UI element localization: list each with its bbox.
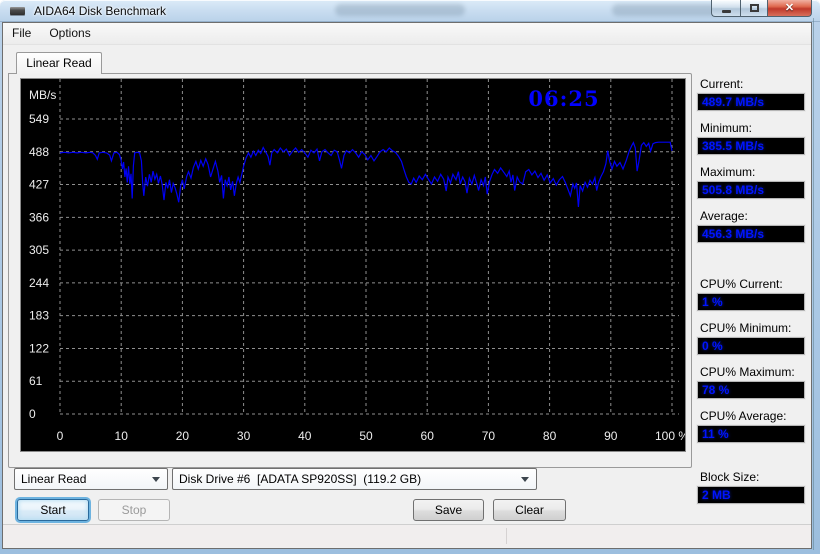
y-tick-label: 183 xyxy=(29,309,49,323)
glass-reflection xyxy=(335,4,465,16)
x-tick-label: 30 xyxy=(237,429,251,443)
clear-button[interactable]: Clear xyxy=(493,499,566,521)
maximize-icon xyxy=(749,4,759,12)
test-type-value: Linear Read xyxy=(21,472,87,486)
stat-value-cpu-average: 11 % xyxy=(697,425,805,443)
y-axis-unit-label: MB/s xyxy=(29,88,56,102)
stat-label-block-size: Block Size: xyxy=(700,470,760,484)
menubar: File Options xyxy=(3,23,811,45)
x-tick-label: 70 xyxy=(482,429,496,443)
drive-select[interactable]: Disk Drive #6 [ADATA SP920SS] (119.2 GB) xyxy=(172,468,537,490)
tab-linear-read[interactable]: Linear Read xyxy=(16,52,102,74)
x-tick-label: 0 xyxy=(57,429,64,443)
stat-value-average: 456.3 MB/s xyxy=(697,225,805,243)
stop-button[interactable]: Stop xyxy=(98,499,170,521)
minimize-icon xyxy=(721,9,731,13)
x-tick-label: 10 xyxy=(115,429,129,443)
stat-label-cpu-maximum: CPU% Maximum: xyxy=(700,365,795,379)
stat-value-cpu-maximum: 78 % xyxy=(697,381,805,399)
stat-label-cpu-current: CPU% Current: xyxy=(700,277,783,291)
menu-options[interactable]: Options xyxy=(40,23,99,44)
stat-label-average: Average: xyxy=(700,209,748,223)
start-button[interactable]: Start xyxy=(17,499,89,521)
test-type-select[interactable]: Linear Read xyxy=(14,468,168,490)
statusbar-separator xyxy=(506,528,507,544)
statusbar xyxy=(3,524,811,547)
close-button[interactable]: ✕ xyxy=(767,0,812,17)
minimize-button[interactable] xyxy=(711,0,740,17)
y-tick-label: 549 xyxy=(29,112,49,126)
stat-value-cpu-current: 1 % xyxy=(697,293,805,311)
x-tick-label: 60 xyxy=(421,429,435,443)
chevron-down-icon xyxy=(152,476,160,482)
y-tick-label: 122 xyxy=(29,341,49,355)
window-frame: File Options Linear Read 0 10 20 30 40 50 60 70… xyxy=(2,22,812,549)
x-tick-label: 80 xyxy=(543,429,557,443)
stat-value-minimum: 385.5 MB/s xyxy=(697,137,805,155)
y-tick-label: 366 xyxy=(29,210,49,224)
stat-value-block-size: 2 MB xyxy=(697,486,805,504)
y-tick-label: 244 xyxy=(29,276,49,290)
app-icon xyxy=(10,6,26,16)
window-title: AIDA64 Disk Benchmark xyxy=(34,4,167,18)
maximize-button[interactable] xyxy=(740,0,767,17)
y-tick-label: 427 xyxy=(29,178,49,192)
elapsed-time: 06:25 xyxy=(528,86,599,111)
x-tick-label: 20 xyxy=(176,429,190,443)
x-tick-label: 90 xyxy=(604,429,618,443)
caption-buttons: ✕ xyxy=(711,0,812,17)
stat-value-current: 489.7 MB/s xyxy=(697,93,805,111)
stat-label-cpu-average: CPU% Average: xyxy=(700,409,787,423)
x-tick-label: 100 % xyxy=(655,429,685,443)
stat-label-current: Current: xyxy=(700,77,744,91)
desktop-background: AIDA64 Disk Benchmark ✕ File Options Lin… xyxy=(0,0,820,554)
y-tick-label: 305 xyxy=(29,243,49,257)
y-tick-label: 0 xyxy=(29,407,36,421)
menu-file[interactable]: File xyxy=(3,23,40,44)
close-icon: ✕ xyxy=(784,1,795,14)
y-tick-label: 488 xyxy=(29,145,49,159)
stat-value-maximum: 505.8 MB/s xyxy=(697,181,805,199)
titlebar[interactable]: AIDA64 Disk Benchmark ✕ xyxy=(0,0,820,22)
x-tick-label: 50 xyxy=(359,429,373,443)
stat-label-maximum: Maximum: xyxy=(700,165,756,179)
stat-label-minimum: Minimum: xyxy=(700,121,753,135)
stat-value-cpu-minimum: 0 % xyxy=(697,337,805,355)
drive-select-value: Disk Drive #6 [ADATA SP920SS] (119.2 GB) xyxy=(179,472,422,486)
x-tick-label: 40 xyxy=(298,429,312,443)
chevron-down-icon xyxy=(521,476,529,482)
y-tick-label: 61 xyxy=(29,374,43,388)
save-button[interactable]: Save xyxy=(413,499,484,521)
benchmark-chart: 0 10 20 30 40 50 60 70 80 90 100 % 0 61 122 183 244 305 3… xyxy=(20,78,686,452)
benchmark-chart-svg: 0 10 20 30 40 50 60 70 80 90 100 % 0 61 122 183 244 305 3… xyxy=(29,79,685,443)
stat-label-cpu-minimum: CPU% Minimum: xyxy=(700,321,792,335)
